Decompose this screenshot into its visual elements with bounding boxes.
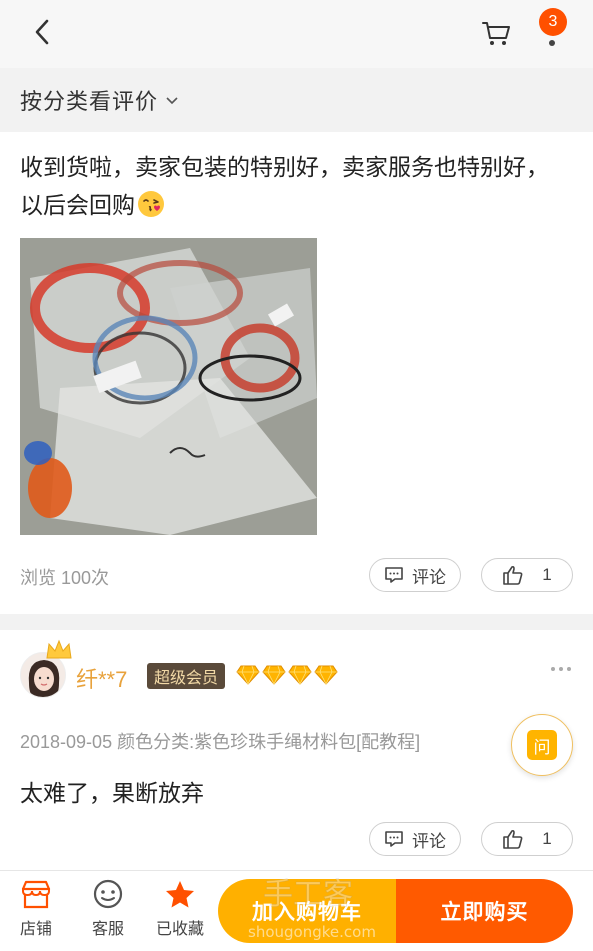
username: 纤**7 (76, 667, 128, 692)
back-button[interactable] (26, 14, 58, 50)
customer-service-icon (93, 879, 123, 909)
review-text: 收到货啦，卖家包装的特别好，卖家服务也特别好，以后会回购 (20, 148, 560, 224)
thumbs-up-icon (503, 829, 523, 849)
bottom-action-bar: 店铺 客服 已收藏 加入购物车 立即购买 (0, 870, 593, 951)
buy-now-button[interactable]: 立即购买 (396, 879, 573, 943)
diamond-icon (262, 665, 286, 685)
reputation-diamonds (236, 665, 340, 685)
comment-button[interactable]: 评论 (369, 558, 461, 592)
more-menu-button[interactable]: 3 (532, 6, 572, 54)
diamond-icon (314, 665, 338, 685)
review-meta: 2018-09-05 颜色分类:紫色珍珠手绳材料包[配教程] (20, 732, 421, 752)
more-dot-icon (549, 40, 555, 46)
review-text-body: 收到货啦，卖家包装的特别好，卖家服务也特别好，以后会回购 (20, 154, 549, 218)
comment-icon (385, 831, 403, 847)
kiss-emoji-icon (138, 191, 164, 217)
review-card: 纤**7 超级会员 2018-09-05 颜色分类:紫色珍珠手绳材料包[配教程]… (0, 630, 593, 870)
shop-label: 店铺 (19, 921, 52, 938)
diamond-icon (236, 665, 260, 685)
view-count: 浏览 100次 (20, 568, 110, 588)
like-button[interactable]: 1 (481, 822, 573, 856)
customer-service-tab[interactable]: 客服 (80, 879, 136, 945)
service-label: 客服 (91, 921, 124, 938)
comment-icon (385, 567, 403, 583)
top-navigation-bar: 3 (0, 0, 593, 68)
like-button[interactable]: 1 (481, 558, 573, 592)
favorite-tab[interactable]: 已收藏 (152, 879, 208, 945)
thumbs-up-icon (503, 565, 523, 585)
crown-icon (46, 639, 72, 659)
ask-label: 问 (527, 730, 557, 760)
comment-button[interactable]: 评论 (369, 822, 461, 856)
shop-tab[interactable]: 店铺 (8, 879, 64, 945)
shop-icon (21, 880, 51, 909)
review-card: 收到货啦，卖家包装的特别好，卖家服务也特别好，以后会回购 浏览 100次 评论 … (0, 132, 593, 614)
comment-label: 评论 (412, 567, 446, 587)
review-photo-image (20, 238, 317, 535)
section-divider (0, 614, 593, 630)
filter-label: 按分类看评价 (20, 89, 159, 114)
chevron-left-icon (35, 19, 49, 45)
notification-badge: 3 (539, 8, 567, 36)
review-photo[interactable] (20, 238, 317, 535)
like-count: 1 (542, 565, 552, 584)
add-to-cart-button[interactable]: 加入购物车 (218, 879, 396, 943)
cart-button[interactable] (478, 14, 514, 50)
vip-badge: 超级会员 (147, 663, 226, 689)
review-category-filter[interactable]: 按分类看评价 (0, 68, 593, 132)
chevron-down-icon (166, 97, 178, 105)
like-count: 1 (542, 829, 552, 848)
review-text: 太难了，果断放弃 (20, 780, 204, 806)
star-icon (166, 881, 194, 908)
diamond-icon (288, 665, 312, 685)
cart-icon (482, 22, 510, 45)
ask-question-button[interactable]: 问 (511, 714, 573, 776)
comment-label: 评论 (412, 831, 446, 851)
favorite-label: 已收藏 (155, 921, 204, 938)
more-options-icon[interactable] (548, 662, 574, 676)
